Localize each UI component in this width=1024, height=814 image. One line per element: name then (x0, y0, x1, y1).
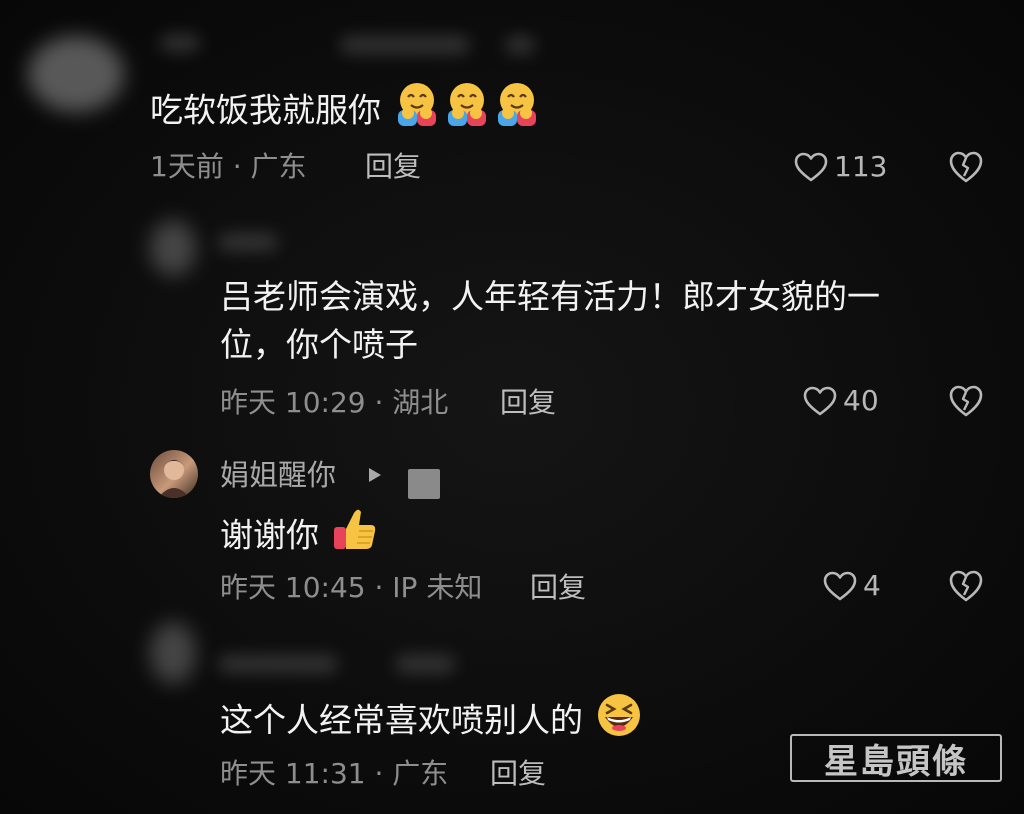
like-count: 4 (863, 569, 881, 602)
username[interactable]: 娟姐醒你 (220, 458, 336, 492)
comment-text-content: 这个人经常喜欢喷别人的 (220, 700, 583, 740)
comment-meta: 昨天 10:45 · IP 未知 (220, 571, 483, 604)
comment-meta: 昨天 11:31 · 广东 (220, 757, 449, 790)
comment-text-content: 吃软饭我就服你 (150, 90, 381, 130)
like-count: 40 (843, 384, 879, 417)
heart-icon (823, 571, 857, 601)
broken-heart-icon[interactable] (948, 384, 984, 418)
like-button[interactable]: 113 (794, 150, 887, 184)
grinning-squinting-face-emoji (594, 690, 644, 754)
comment-text-content: 谢谢你 (220, 515, 319, 555)
username-blurred (218, 233, 278, 251)
avatar[interactable] (150, 450, 198, 498)
heart-icon (794, 152, 828, 182)
hugging-face-emoji (442, 80, 492, 144)
like-button[interactable]: 4 (823, 569, 881, 603)
username-blurred (395, 655, 455, 673)
avatar[interactable] (150, 220, 196, 276)
heart-icon (803, 386, 837, 416)
reply-button[interactable]: 回复 (490, 757, 546, 791)
comment-meta: 1天前 · 广东 (150, 150, 307, 183)
avatar[interactable] (150, 622, 196, 684)
watermark-logo: 星島頭條 (790, 734, 1002, 782)
username-blurred (160, 34, 200, 52)
comment-text: 谢谢你 (220, 505, 380, 569)
comment-meta: 昨天 10:29 · 湖北 (220, 386, 449, 419)
avatar-portrait-icon (158, 460, 190, 498)
username-blurred (340, 36, 470, 54)
comment-text: 吕老师会演戏，人年轻有活力！郎才女貌的一 (220, 277, 880, 316)
comment-text: 位，你个喷子 (220, 325, 418, 364)
author-badge (408, 469, 440, 499)
thumbs-up-emoji (330, 505, 380, 569)
hugging-face-emoji (392, 80, 442, 144)
reply-button[interactable]: 回复 (530, 571, 586, 605)
reply-button[interactable]: 回复 (365, 150, 421, 184)
like-count: 113 (834, 150, 888, 183)
play-triangle-icon (369, 468, 381, 482)
like-button[interactable]: 40 (803, 384, 879, 418)
username-blurred (218, 655, 338, 673)
avatar[interactable] (28, 36, 124, 112)
broken-heart-icon[interactable] (948, 150, 984, 184)
comment-text: 这个人经常喜欢喷别人的 (220, 690, 644, 754)
comment-thread: 吃软饭我就服你 1天前 · 广东 回复 113 吕老师会演戏，人年轻有活力！郎才… (0, 0, 1024, 814)
username-blurred (505, 36, 535, 54)
comment-text: 吃软饭我就服你 (150, 80, 542, 144)
broken-heart-icon[interactable] (948, 569, 984, 603)
hugging-face-emoji (492, 80, 542, 144)
reply-button[interactable]: 回复 (500, 386, 556, 420)
